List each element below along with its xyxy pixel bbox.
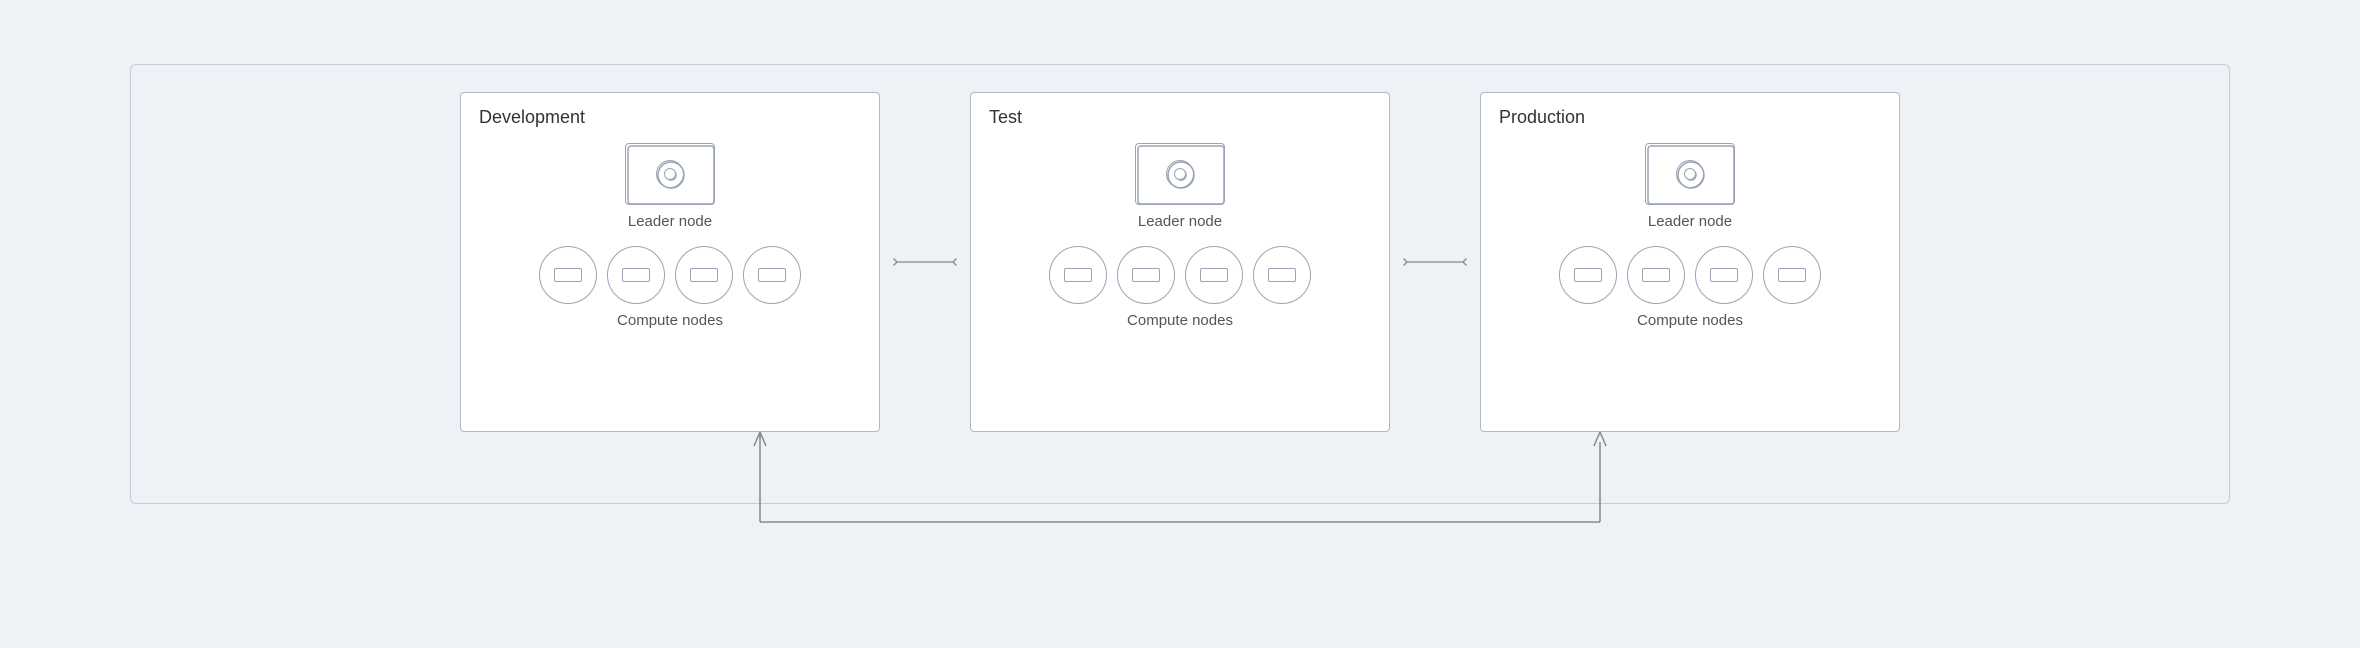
test-compute-label: Compute nodes xyxy=(1127,312,1233,329)
test-compute-row xyxy=(1049,246,1311,304)
test-box: Test Leader node xyxy=(970,92,1390,432)
test-compute-node-1 xyxy=(1049,246,1107,304)
development-compute-node-4 xyxy=(743,246,801,304)
arrow-test-prod xyxy=(1390,252,1480,272)
production-compute-node-1 xyxy=(1559,246,1617,304)
development-compute-section: Compute nodes xyxy=(539,246,801,329)
development-compute-label: Compute nodes xyxy=(617,312,723,329)
development-title: Development xyxy=(479,107,585,128)
development-leader-label: Leader node xyxy=(628,213,712,230)
arrow-dev-test xyxy=(880,252,970,272)
production-compute-section: Compute nodes xyxy=(1559,246,1821,329)
test-compute-node-3 xyxy=(1185,246,1243,304)
production-box: Production Leader node xyxy=(1480,92,1900,432)
development-leader-section: Leader node xyxy=(625,143,715,230)
development-compute-row xyxy=(539,246,801,304)
production-compute-row xyxy=(1559,246,1821,304)
production-title: Production xyxy=(1499,107,1585,128)
development-compute-node-3 xyxy=(675,246,733,304)
production-leader-label: Leader node xyxy=(1648,213,1732,230)
diagram-container: Development Leader node xyxy=(80,44,2280,604)
production-compute-node-4 xyxy=(1763,246,1821,304)
test-leader-section: Leader node xyxy=(1135,143,1225,230)
production-compute-label: Compute nodes xyxy=(1637,312,1743,329)
production-leader-icon xyxy=(1645,143,1735,205)
production-leader-section: Leader node xyxy=(1645,143,1735,230)
bottom-connector-svg xyxy=(550,432,1810,562)
test-leader-label: Leader node xyxy=(1138,213,1222,230)
development-compute-node-1 xyxy=(539,246,597,304)
development-box: Development Leader node xyxy=(460,92,880,432)
test-compute-section: Compute nodes xyxy=(1049,246,1311,329)
development-leader-icon xyxy=(625,143,715,205)
test-leader-icon xyxy=(1135,143,1225,205)
production-compute-node-3 xyxy=(1695,246,1753,304)
test-compute-node-2 xyxy=(1117,246,1175,304)
production-compute-node-2 xyxy=(1627,246,1685,304)
test-compute-node-4 xyxy=(1253,246,1311,304)
development-compute-node-2 xyxy=(607,246,665,304)
test-title: Test xyxy=(989,107,1022,128)
